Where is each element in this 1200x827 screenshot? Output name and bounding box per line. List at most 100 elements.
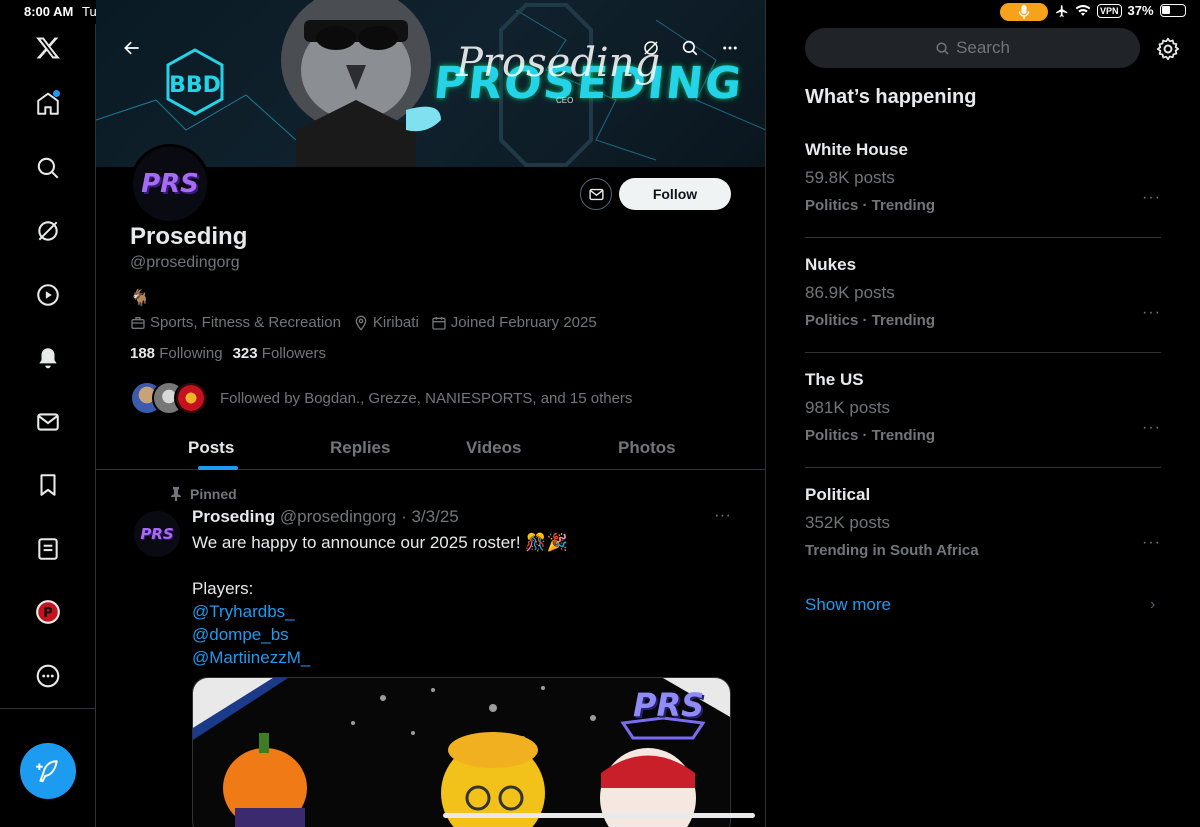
- trend-more-icon[interactable]: ···: [1142, 304, 1161, 322]
- profile-location: Kiribati: [353, 314, 419, 331]
- trend-category: Politics · Trending: [805, 427, 936, 444]
- calendar-icon: [432, 316, 446, 330]
- trend-item[interactable]: Political 352K posts Trending in South A…: [805, 468, 1161, 583]
- trend-item[interactable]: The US 981K posts Politics · Trending ··…: [805, 353, 1161, 468]
- following-count: 188: [130, 345, 156, 362]
- profile-search-icon[interactable]: [676, 34, 704, 62]
- tab-replies[interactable]: Replies: [330, 438, 390, 458]
- status-right: VPN 37%: [1055, 3, 1186, 18]
- location-pin-icon: [355, 315, 367, 331]
- messages-envelope-icon[interactable]: [28, 402, 68, 442]
- back-arrow-icon[interactable]: [118, 34, 146, 62]
- profile-name: Proseding: [130, 223, 248, 250]
- profile-handle: @prosedingorg: [130, 254, 240, 271]
- bookmark-icon[interactable]: [28, 465, 68, 505]
- trend-category: Politics · Trending: [805, 197, 936, 214]
- trend-count: 352K posts: [805, 513, 891, 532]
- left-nav: P: [0, 24, 96, 827]
- post-mention[interactable]: @Tryhardbs_: [192, 600, 568, 623]
- active-tab-indicator: [198, 466, 238, 470]
- tab-posts[interactable]: Posts: [188, 438, 234, 458]
- trend-category: Trending in South Africa: [805, 542, 979, 559]
- profile-stats: 188 Following 323 Followers: [130, 345, 326, 362]
- followed-by-text: Followed by Bogdan., Grezze, NANIESPORTS…: [220, 389, 633, 407]
- profile-more-icon[interactable]: [716, 34, 744, 62]
- followed-by-row[interactable]: Followed by Bogdan., Grezze, NANIESPORTS…: [130, 381, 632, 415]
- video-play-icon[interactable]: [28, 275, 68, 315]
- post-mention[interactable]: @MartiinezzM_: [192, 646, 568, 669]
- trend-more-icon[interactable]: ···: [1142, 534, 1161, 552]
- profile-banner[interactable]: BBD PROSEDING Proseding CEO: [96, 0, 765, 167]
- post-avatar-logo: PRS: [140, 525, 174, 543]
- profile-category: Sports, Fitness & Recreation: [130, 314, 341, 331]
- airplane-icon: [1056, 4, 1068, 17]
- profile-avatar-logo: PRS: [141, 169, 199, 199]
- battery-percent: 37%: [1127, 3, 1154, 18]
- pinned-label: Pinned: [170, 486, 237, 502]
- banner-signature: Proseding: [456, 40, 661, 86]
- profile-main-column: BBD PROSEDING Proseding CEO PRS Follow P…: [96, 0, 766, 827]
- profile-avatar-icon[interactable]: P: [28, 592, 68, 632]
- profile-avatar[interactable]: PRS: [130, 144, 210, 224]
- grok-icon[interactable]: [28, 211, 68, 251]
- banner-mascot-graphic: [281, 0, 441, 167]
- message-button[interactable]: [580, 178, 612, 210]
- compose-feather-icon: [36, 760, 58, 783]
- trend-count: 86.9K posts: [805, 283, 895, 302]
- more-options-icon[interactable]: [28, 656, 68, 696]
- trend-item[interactable]: Nukes 86.9K posts Politics · Trending ··…: [805, 238, 1161, 353]
- briefcase-icon: [131, 316, 145, 329]
- trend-name: The US: [805, 370, 864, 389]
- post-mention[interactable]: @dompe_bs: [192, 623, 568, 646]
- post-media-image[interactable]: PRS: [192, 677, 731, 827]
- followers-link[interactable]: 323 Followers: [233, 345, 326, 362]
- search-bar[interactable]: Search: [805, 28, 1140, 68]
- pin-icon: [171, 487, 181, 501]
- post-text: We are happy to announce our 2025 roster…: [192, 533, 568, 552]
- profile-joined: Joined February 2025: [431, 314, 597, 331]
- post-author-avatar[interactable]: PRS: [134, 511, 180, 557]
- compose-post-button[interactable]: [20, 743, 76, 799]
- following-link[interactable]: 188 Following: [130, 345, 223, 362]
- x-logo-icon[interactable]: [28, 28, 68, 68]
- home-icon[interactable]: [28, 84, 68, 124]
- grok-analyze-icon[interactable]: [637, 34, 665, 62]
- lists-icon[interactable]: [28, 529, 68, 569]
- follower-avatar: [174, 381, 208, 415]
- post-image-logo: PRS: [633, 686, 705, 724]
- follow-button[interactable]: Follow: [619, 178, 731, 210]
- post-more-icon[interactable]: ···: [714, 505, 731, 525]
- battery-icon: [1159, 4, 1186, 17]
- search-icon: [936, 41, 949, 55]
- search-placeholder: Search: [956, 38, 1010, 57]
- microphone-indicator-icon: [1000, 3, 1048, 21]
- banner-ceo-label: CEO: [556, 96, 574, 105]
- trend-name: Nukes: [805, 255, 857, 274]
- post-players-label: Players:: [192, 579, 254, 598]
- svg-text:P: P: [43, 606, 53, 621]
- tab-photos[interactable]: Photos: [618, 438, 676, 458]
- trend-item[interactable]: White House 59.8K posts Politics · Trend…: [805, 123, 1161, 238]
- trend-category: Politics · Trending: [805, 312, 936, 329]
- home-indicator[interactable]: [443, 813, 755, 818]
- trend-name: Political: [805, 485, 871, 504]
- notifications-bell-icon[interactable]: [28, 338, 68, 378]
- trend-count: 981K posts: [805, 398, 891, 417]
- following-label: Following: [159, 345, 223, 362]
- post-body: We are happy to announce our 2025 roster…: [192, 531, 568, 669]
- tab-videos[interactable]: Videos: [466, 438, 521, 458]
- profile-category-text: Sports, Fitness & Recreation: [150, 314, 341, 331]
- envelope-icon: [588, 188, 604, 200]
- search-icon[interactable]: [28, 148, 68, 188]
- followers-count: 323: [232, 345, 258, 362]
- profile-bio: 🐐: [130, 290, 150, 307]
- trend-more-icon[interactable]: ···: [1142, 189, 1161, 207]
- post-header: Proseding @prosedingorg · 3/3/25: [192, 507, 459, 527]
- chevron-right-icon[interactable]: ›: [1150, 596, 1155, 614]
- post-author-name[interactable]: Proseding: [192, 507, 275, 526]
- settings-gear-icon[interactable]: [1155, 36, 1181, 62]
- show-more-link[interactable]: Show more: [805, 595, 891, 615]
- vpn-badge: VPN: [1097, 3, 1122, 18]
- profile-meta: Sports, Fitness & Recreation Kiribati Jo…: [130, 314, 597, 331]
- trend-more-icon[interactable]: ···: [1142, 419, 1161, 437]
